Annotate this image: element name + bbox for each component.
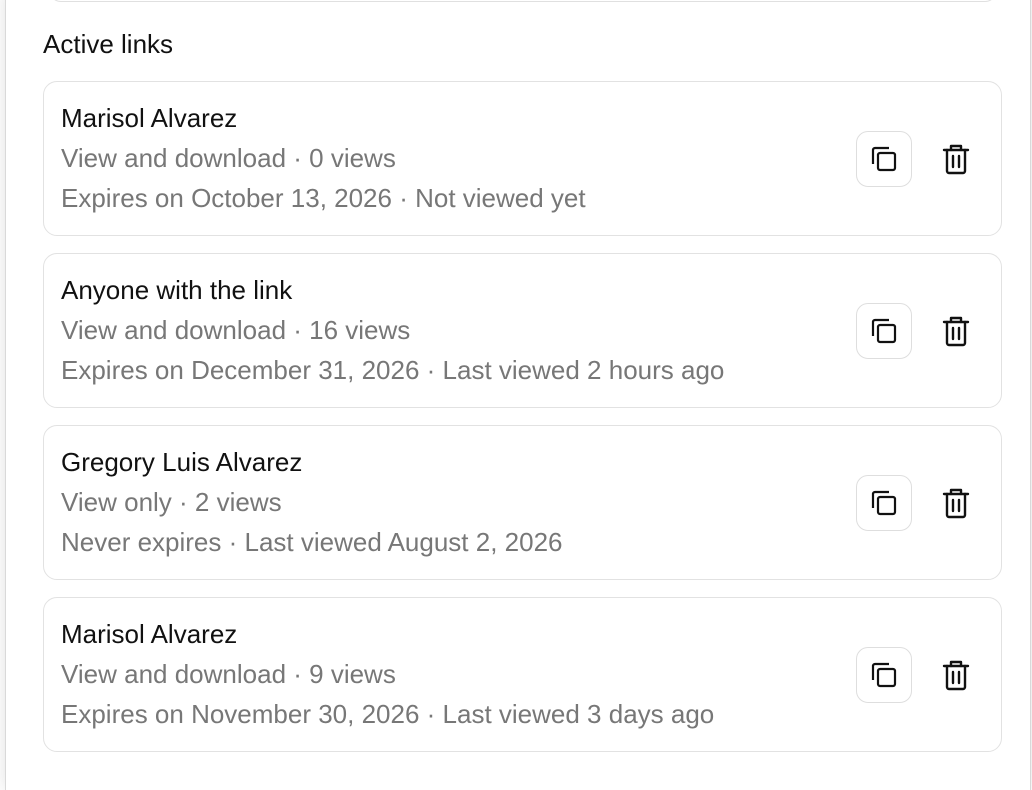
trash-icon	[942, 659, 970, 691]
link-recipient-name: Marisol Alvarez	[61, 103, 238, 133]
copy-icon	[869, 144, 899, 174]
copy-link-button[interactable]	[856, 131, 912, 187]
link-expiry-status: Expires on October 13, 2026 · Not viewed…	[61, 183, 586, 213]
copy-icon	[869, 660, 899, 690]
trash-icon	[942, 487, 970, 519]
copy-icon	[869, 316, 899, 346]
link-card: Marisol Alvarez View and download · 9 vi…	[43, 597, 1002, 752]
delete-link-button[interactable]	[928, 647, 984, 703]
link-access-summary: View and download · 9 views	[61, 659, 396, 689]
link-expiry-status: Expires on December 31, 2026 · Last view…	[61, 355, 725, 385]
link-expiry-status: Expires on November 30, 2026 · Last view…	[61, 699, 715, 729]
link-access-summary: View and download · 0 views	[61, 143, 396, 173]
link-access-summary: View only · 2 views	[61, 487, 282, 517]
share-links-dialog: Active links Marisol Alvarez View and do…	[5, 0, 1031, 790]
active-links-heading: Active links	[43, 29, 174, 59]
top-field-edge[interactable]	[49, 0, 997, 2]
delete-link-button[interactable]	[928, 475, 984, 531]
link-recipient-name: Marisol Alvarez	[61, 619, 238, 649]
link-expiry-status: Never expires · Last viewed August 2, 20…	[61, 527, 563, 557]
delete-link-button[interactable]	[928, 303, 984, 359]
copy-icon	[869, 488, 899, 518]
link-card: Marisol Alvarez View and download · 0 vi…	[43, 81, 1002, 236]
trash-icon	[942, 143, 970, 175]
link-card: Gregory Luis Alvarez View only · 2 views…	[43, 425, 1002, 580]
copy-link-button[interactable]	[856, 647, 912, 703]
link-card: Anyone with the link View and download ·…	[43, 253, 1002, 408]
link-access-summary: View and download · 16 views	[61, 315, 411, 345]
link-recipient-name: Anyone with the link	[61, 275, 293, 305]
copy-link-button[interactable]	[856, 303, 912, 359]
active-links-list: Marisol Alvarez View and download · 0 vi…	[43, 81, 1002, 769]
copy-link-button[interactable]	[856, 475, 912, 531]
link-recipient-name: Gregory Luis Alvarez	[61, 447, 303, 477]
delete-link-button[interactable]	[928, 131, 984, 187]
trash-icon	[942, 315, 970, 347]
